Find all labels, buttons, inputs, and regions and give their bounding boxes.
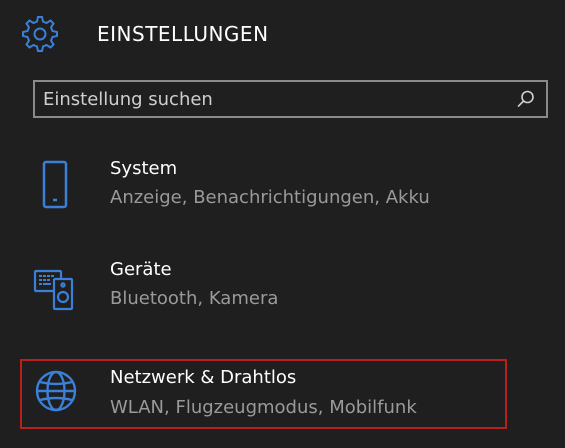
settings-item-network[interactable]: Netzwerk & Drahtlos WLAN, Flugzeugmodus,… — [20, 359, 507, 429]
item-title: Geräte — [110, 259, 172, 280]
devices-icon — [33, 269, 74, 311]
gear-icon — [22, 16, 58, 52]
settings-item-system[interactable]: System Anzeige, Benachrichtigungen, Akku — [20, 152, 540, 230]
item-title: System — [110, 158, 178, 179]
page-title: EINSTELLUNGEN — [97, 22, 269, 46]
item-subtitle: Anzeige, Benachrichtigungen, Akku — [110, 187, 430, 208]
search-box[interactable] — [33, 80, 548, 118]
settings-item-devices[interactable]: Geräte Bluetooth, Kamera — [20, 253, 540, 331]
item-title: Netzwerk & Drahtlos — [110, 367, 297, 388]
item-subtitle: Bluetooth, Kamera — [110, 288, 279, 309]
search-icon[interactable] — [516, 89, 536, 109]
search-input[interactable] — [35, 82, 505, 116]
settings-header: EINSTELLUNGEN — [0, 0, 565, 72]
phone-icon — [42, 160, 68, 209]
item-subtitle: WLAN, Flugzeugmodus, Mobilfunk — [110, 397, 417, 418]
globe-icon — [35, 370, 77, 412]
